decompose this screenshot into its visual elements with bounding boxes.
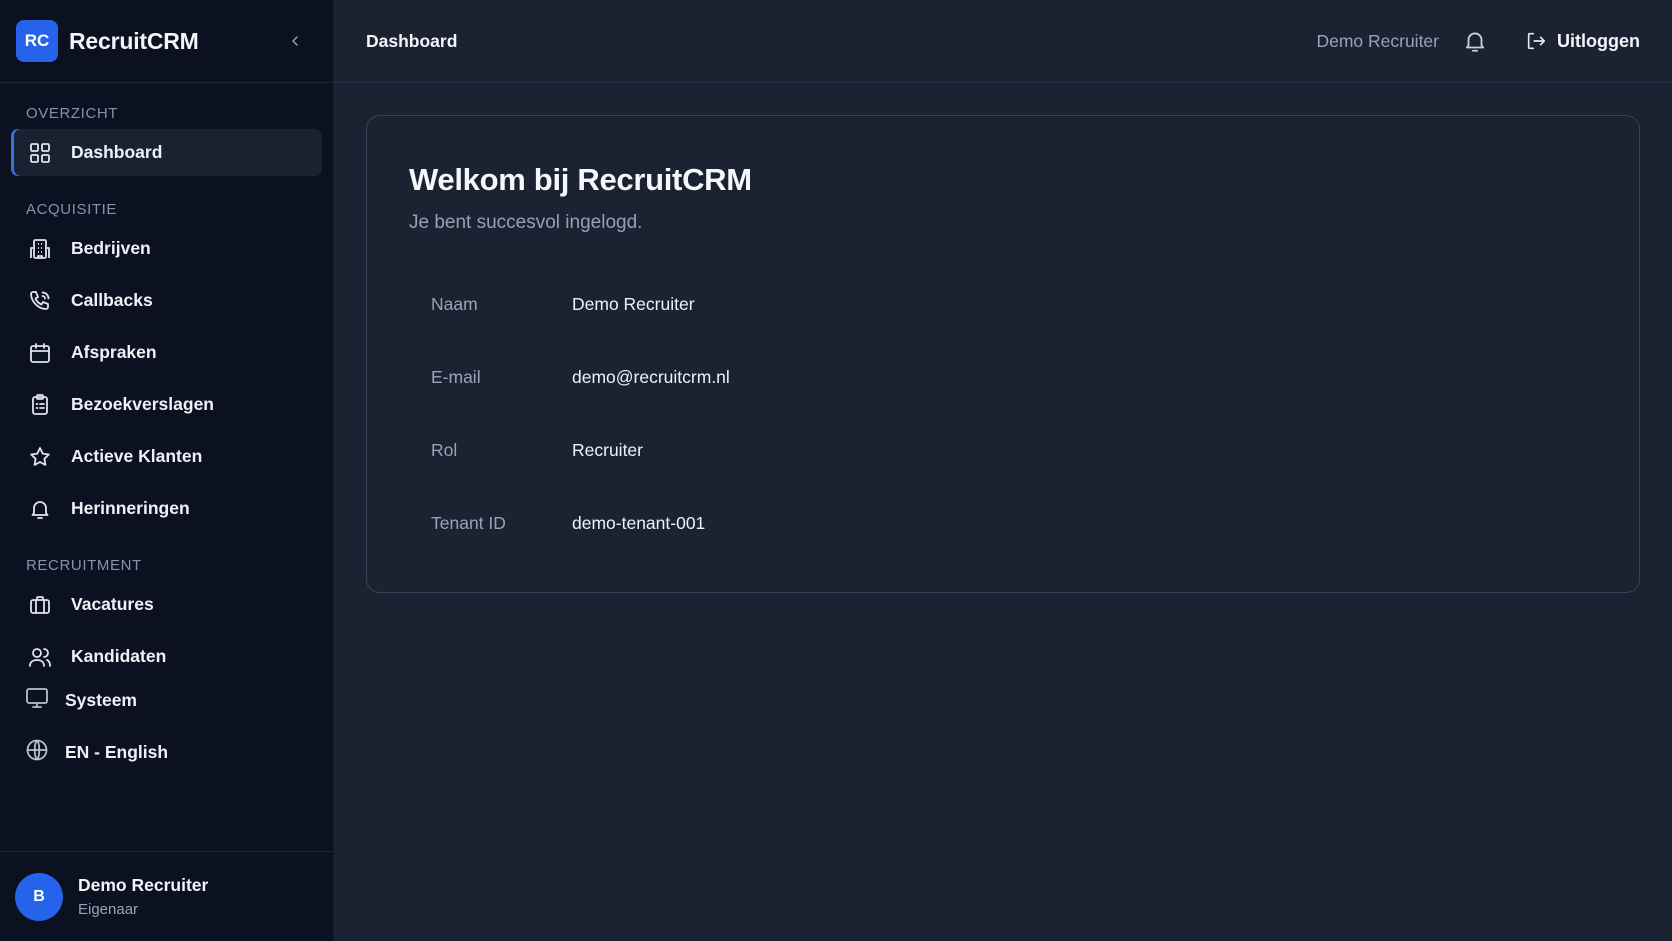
content: Welkom bij RecruitCRM Je bent succesvol … <box>334 83 1672 625</box>
avatar: B <box>15 872 63 921</box>
info-row-rol: Rol Recruiter <box>409 414 1597 487</box>
sidebar-item-label: Callbacks <box>71 290 153 310</box>
language-selector[interactable]: EN - English <box>11 732 322 772</box>
info-value: demo-tenant-001 <box>572 513 706 533</box>
info-row-naam: Naam Demo Recruiter <box>409 268 1597 341</box>
sidebar-item-dashboard[interactable]: Dashboard <box>11 129 322 176</box>
globe-icon <box>25 738 49 767</box>
user-info: Demo Recruiter Eigenaar <box>78 875 208 918</box>
user-info-table: Naam Demo Recruiter E-mail demo@recruitc… <box>409 268 1597 560</box>
topbar-actions: Demo Recruiter Uitloggen <box>1316 27 1640 55</box>
sidebar-item-herinneringen[interactable]: Herinneringen <box>11 485 322 532</box>
users-icon <box>27 644 53 670</box>
topbar: Dashboard Demo Recruiter Uitloggen <box>334 0 1672 83</box>
monitor-icon <box>25 686 49 715</box>
sidebar-item-label: Systeem <box>65 689 137 710</box>
sidebar-item-label: Afspraken <box>71 342 157 362</box>
sidebar-item-label: Herinneringen <box>71 498 190 518</box>
info-value: Demo Recruiter <box>572 294 695 314</box>
building-icon <box>27 236 53 262</box>
collapse-sidebar-button[interactable] <box>283 29 307 53</box>
grid-icon <box>27 140 53 166</box>
calendar-icon <box>27 340 53 366</box>
page-title: Dashboard <box>366 30 458 51</box>
info-key: Rol <box>431 440 458 460</box>
clipboard-icon <box>27 392 53 418</box>
sidebar-item-label: Actieve Klanten <box>71 446 203 466</box>
info-value: demo@recruitcrm.nl <box>572 367 730 387</box>
phone-icon <box>27 288 53 314</box>
welcome-title: Welkom bij RecruitCRM <box>409 162 752 197</box>
user-name: Demo Recruiter <box>78 875 209 895</box>
app-root: RC RecruitCRM OVERZICHT Dashboard ACQUIS… <box>0 0 1672 941</box>
sidebar: RC RecruitCRM OVERZICHT Dashboard ACQUIS… <box>0 0 334 941</box>
info-row-tenant-id: Tenant ID demo-tenant-001 <box>409 487 1597 560</box>
section-title-acquisitie: ACQUISITIE <box>26 201 118 218</box>
sidebar-item-systeem[interactable]: Systeem <box>11 680 322 720</box>
bell-icon <box>1465 32 1485 52</box>
welcome-card: Welkom bij RecruitCRM Je bent succesvol … <box>366 115 1640 593</box>
bell-icon <box>27 496 53 522</box>
sidebar-item-label: Vacatures <box>71 594 154 614</box>
logout-icon <box>1527 32 1546 50</box>
sidebar-item-kandidaten[interactable]: Kandidaten <box>11 633 322 680</box>
info-value: Recruiter <box>572 440 643 460</box>
info-row-email: E-mail demo@recruitcrm.nl <box>409 341 1597 414</box>
sidebar-item-bedrijven[interactable]: Bedrijven <box>11 225 322 272</box>
sidebar-item-callbacks[interactable]: Callbacks <box>11 277 322 324</box>
brand-logo: RC <box>16 20 58 62</box>
main-area: Dashboard Demo Recruiter Uitloggen Welko… <box>334 0 1672 941</box>
sidebar-item-afspraken[interactable]: Afspraken <box>11 329 322 376</box>
section-title-overzicht: OVERZICHT <box>26 105 119 122</box>
welcome-subtitle: Je bent succesvol ingelogd. <box>409 212 643 233</box>
chevron-left-icon <box>292 36 298 46</box>
star-icon <box>27 444 53 470</box>
sidebar-item-label: Bedrijven <box>71 238 151 258</box>
sidebar-item-bezoekverslagen[interactable]: Bezoekverslagen <box>11 381 322 428</box>
logout-button[interactable]: Uitloggen <box>1525 30 1640 52</box>
briefcase-icon <box>27 592 53 618</box>
brand-header: RC RecruitCRM <box>0 0 333 83</box>
logout-label: Uitloggen <box>1557 30 1640 51</box>
user-footer[interactable]: B Demo Recruiter Eigenaar <box>0 851 333 941</box>
sidebar-item-actieve-klanten[interactable]: Actieve Klanten <box>11 433 322 480</box>
notifications-button[interactable] <box>1461 27 1489 55</box>
brand-name: RecruitCRM <box>69 27 199 54</box>
sidebar-item-label: Kandidaten <box>71 646 167 666</box>
sidebar-item-vacatures[interactable]: Vacatures <box>11 581 322 628</box>
sidebar-nav: OVERZICHT Dashboard ACQUISITIE Bedrijven <box>0 83 333 851</box>
info-key: E-mail <box>431 367 481 387</box>
info-key: Naam <box>431 294 478 314</box>
user-role: Eigenaar <box>78 901 139 918</box>
info-key: Tenant ID <box>431 513 506 533</box>
topbar-user-name: Demo Recruiter <box>1316 30 1439 51</box>
sidebar-item-label: Bezoekverslagen <box>71 394 214 414</box>
language-label: EN - English <box>65 741 169 762</box>
sidebar-item-label: Dashboard <box>71 142 163 162</box>
section-title-recruitment: RECRUITMENT <box>26 557 142 574</box>
